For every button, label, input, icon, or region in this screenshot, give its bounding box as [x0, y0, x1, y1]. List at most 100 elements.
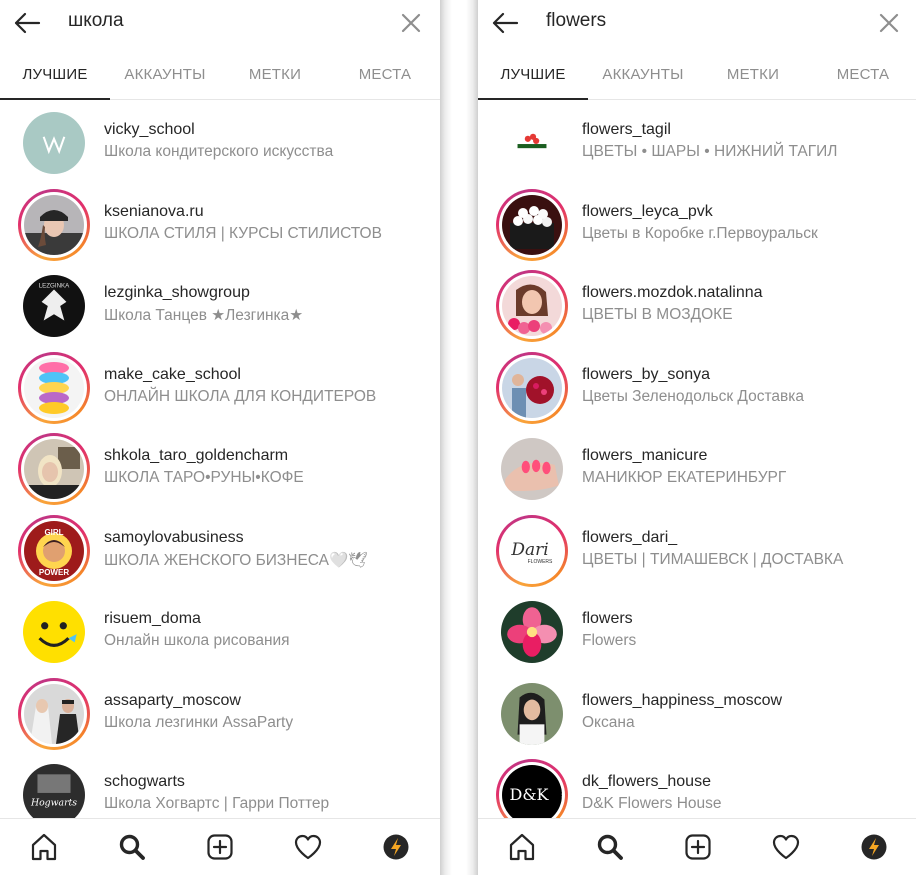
avatar — [502, 357, 562, 418]
nav-new-post[interactable] — [654, 819, 742, 875]
new-post-icon — [207, 834, 233, 860]
result-username: dk_flowers_house — [582, 773, 711, 790]
avatar: Hogwarts — [23, 764, 85, 818]
search-icon — [119, 834, 145, 860]
search-result-item[interactable]: Hogwarts schogwarts Школа Хогвартс | Гарри… — [0, 752, 440, 818]
result-username: flowers — [582, 610, 633, 627]
nav-activity[interactable] — [264, 819, 352, 875]
power-text: POWER — [39, 568, 69, 577]
avatar — [23, 601, 85, 663]
tab-top[interactable]: ЛУЧШИЕ — [478, 52, 588, 100]
avatar-image: DariFLOWERS — [502, 520, 562, 581]
clear-search-icon[interactable] — [878, 12, 900, 34]
story-ring: GIRL POWER — [18, 514, 90, 587]
tab-places[interactable]: МЕСТА — [808, 52, 916, 99]
result-username: samoylovabusiness — [104, 528, 244, 546]
search-screen-right: flowers ЛУЧШИЕ АККАУНТЫ МЕТКИ МЕСТА flowers… — [478, 0, 916, 875]
search-bar: школа — [0, 0, 440, 46]
search-result-item[interactable]: vicky_school Школа кондитерского искусств… — [0, 100, 440, 182]
nav-profile[interactable] — [352, 819, 440, 875]
home-icon — [509, 833, 535, 861]
search-input[interactable]: flowers — [546, 10, 606, 32]
search-result-item[interactable]: risuem_doma Онлайн школа рисования — [0, 589, 440, 671]
tab-tags[interactable]: МЕТКИ — [220, 52, 330, 99]
search-results-list: vicky_school Школа кондитерского искусств… — [0, 100, 440, 818]
back-arrow-icon[interactable] — [12, 8, 42, 38]
tab-accounts[interactable]: АККАУНТЫ — [588, 52, 698, 99]
avatar-image — [502, 194, 562, 255]
search-result-item[interactable]: flowers_manicure МАНИКЮР ЕКАТЕРИНБУРГ — [478, 426, 916, 508]
avatar: LEZGINKA — [23, 275, 85, 337]
avatar — [24, 439, 84, 499]
search-result-item[interactable]: flowers.mozdok.natalinna ЦВЕТЫ В МОЗДОКЕ — [478, 263, 916, 345]
result-subtitle: Школа лезгинки AssaParty — [104, 713, 294, 731]
result-username: assaparty_moscow — [104, 691, 241, 709]
avatar-image — [501, 601, 563, 663]
search-result-item[interactable]: make_cake_school ОНЛАЙН ШКОЛА ДЛЯ КОНДИТЕ… — [0, 345, 440, 427]
dk-small-text: FLOWERS HOUSE — [561, 779, 562, 810]
nav-home[interactable] — [0, 819, 88, 875]
nav-search[interactable] — [88, 819, 176, 875]
result-username: risuem_doma — [104, 610, 201, 627]
avatar-frame — [496, 596, 568, 668]
search-result-item[interactable]: GIRL POWER samoylovabusiness ШКОЛА ЖЕНСКОГО… — [0, 508, 440, 590]
story-ring — [496, 188, 568, 261]
avatar-frame — [496, 107, 568, 179]
tab-places[interactable]: МЕСТА — [330, 52, 440, 99]
avatar-frame — [18, 107, 90, 179]
search-icon — [597, 834, 623, 860]
avatar-image: D&K FLOWERS HOUSE — [502, 765, 562, 818]
result-subtitle: ОНЛАЙН ШКОЛА ДЛЯ КОНДИТЕРОВ — [104, 387, 377, 405]
avatar-image — [501, 682, 563, 745]
nav-home[interactable] — [478, 819, 566, 875]
back-arrow-icon[interactable] — [490, 8, 520, 38]
search-result-item[interactable]: flowers_tagil ЦВЕТЫ • ШАРЫ • НИЖНИЙ ТАГИЛ — [478, 100, 916, 182]
new-post-icon — [685, 834, 711, 860]
profile-avatar-icon — [383, 834, 409, 860]
search-result-item[interactable]: flowers Flowers — [478, 589, 916, 671]
result-username: flowers_happiness_moscow — [582, 691, 783, 709]
avatar-image — [24, 357, 84, 418]
avatar-image — [23, 601, 85, 663]
result-subtitle: ШКОЛА СТИЛЯ | КУРСЫ СТИЛИСТОВ — [104, 224, 382, 242]
avatar-image — [502, 276, 562, 336]
result-subtitle: ЦВЕТЫ В МОЗДОКЕ — [582, 306, 733, 323]
activity-heart-icon — [294, 834, 322, 860]
search-result-item[interactable]: LEZGINKA lezginka_showgroup Школа Танцев ★… — [0, 263, 440, 345]
search-result-item[interactable]: D&K FLOWERS HOUSE dk_flowers_house D&K Flow… — [478, 752, 916, 818]
avatar-image — [502, 357, 562, 418]
result-subtitle: Цветы Зеленодольск Доставка — [582, 387, 804, 405]
result-subtitle: D&K Flowers House — [582, 795, 722, 812]
search-screen-left: школа ЛУЧШИЕ АККАУНТЫ МЕТКИ МЕСТА vicky_sch… — [0, 0, 440, 875]
search-input[interactable]: школа — [68, 10, 124, 32]
avatar-frame: Hogwarts — [18, 759, 90, 818]
clear-search-icon[interactable] — [400, 12, 422, 34]
girl-text: GIRL — [44, 528, 63, 537]
tab-top[interactable]: ЛУЧШИЕ — [0, 52, 110, 100]
avatar-image — [24, 194, 84, 255]
result-subtitle: Школа Хогвартс | Гарри Поттер — [104, 795, 330, 812]
dari-small-text: FLOWERS — [528, 559, 553, 565]
nav-profile[interactable] — [830, 819, 916, 875]
result-subtitle: ШКОЛА ТАРО•РУНЫ•КОФЕ — [104, 469, 304, 486]
search-result-item[interactable]: flowers_happiness_moscow Оксана — [478, 671, 916, 753]
search-result-item[interactable]: assaparty_moscow Школа лезгинки AssaParty — [0, 671, 440, 753]
search-result-item[interactable]: ksenianova.ru ШКОЛА СТИЛЯ | КУРСЫ СТИЛИСТ… — [0, 182, 440, 264]
bottom-navigation — [0, 818, 440, 875]
avatar: Dari FLOWERS — [502, 520, 562, 581]
search-result-item[interactable]: Dari FLOWERS flowers_dari_ ЦВЕТЫ | ТИМАШЕВС… — [478, 508, 916, 590]
search-result-item[interactable]: shkola_taro_goldencharm ШКОЛА ТАРО•РУНЫ•К… — [0, 426, 440, 508]
nav-search[interactable] — [566, 819, 654, 875]
tab-tags[interactable]: МЕТКИ — [698, 52, 808, 99]
nav-activity[interactable] — [742, 819, 830, 875]
tab-accounts[interactable]: АККАУНТЫ — [110, 52, 220, 99]
avatar — [501, 682, 563, 745]
search-result-item[interactable]: flowers_by_sonya Цветы Зеленодольск Доста… — [478, 345, 916, 427]
result-username: flowers.mozdok.natalinna — [582, 284, 763, 301]
result-username: vicky_school — [104, 121, 195, 138]
story-ring — [18, 351, 90, 424]
avatar — [502, 276, 562, 336]
avatar-frame — [18, 596, 90, 668]
nav-new-post[interactable] — [176, 819, 264, 875]
search-result-item[interactable]: flowers_leyca_pvk Цветы в Коробке г.Перво… — [478, 182, 916, 264]
